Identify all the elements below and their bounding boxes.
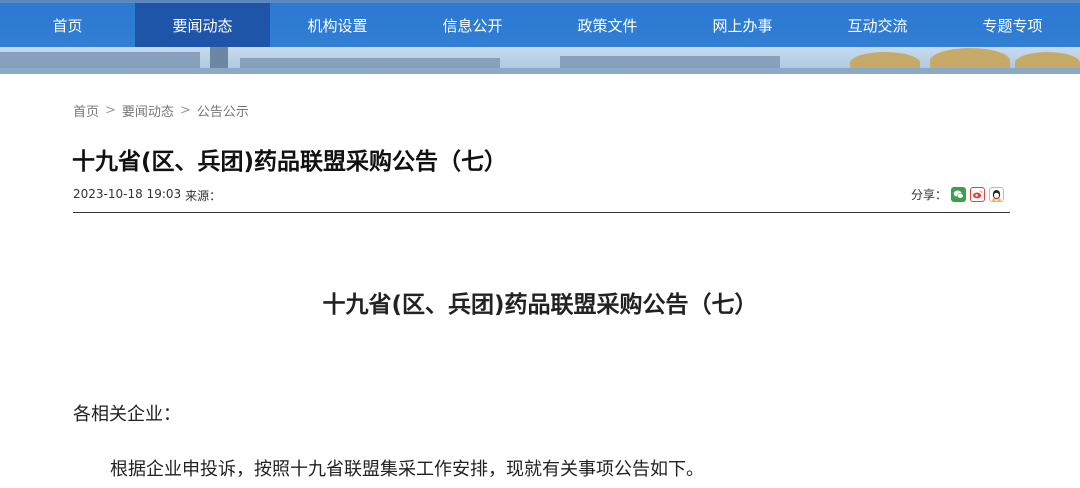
- nav-item-info-disclosure[interactable]: 信息公开: [405, 3, 540, 47]
- weibo-icon[interactable]: [970, 187, 985, 202]
- breadcrumb-separator: >: [179, 103, 191, 118]
- nav-item-organization[interactable]: 机构设置: [270, 3, 405, 47]
- article-paragraph: 根据企业申投诉，按照十九省联盟集采工作安排，现就有关事项公告如下。: [110, 459, 704, 480]
- source-label: 来源：: [185, 189, 222, 203]
- breadcrumb-news[interactable]: 要闻动态: [122, 101, 174, 120]
- nav-item-home[interactable]: 首页: [0, 3, 135, 47]
- breadcrumb-home[interactable]: 首页: [73, 101, 99, 120]
- nav-item-interaction[interactable]: 互动交流: [810, 3, 945, 47]
- breadcrumb-separator: >: [105, 103, 116, 118]
- publish-date: 2023-10-18 19:03: [73, 187, 182, 201]
- banner-water: [0, 68, 1080, 74]
- breadcrumb-announcements[interactable]: 公告公示: [197, 101, 249, 120]
- article-body-title: 十九省(区、兵团)药品联盟采购公告（七）: [322, 292, 758, 318]
- share-label: 分享：: [910, 188, 947, 202]
- qq-icon[interactable]: [989, 187, 1004, 202]
- header-banner: 首页 要闻动态 机构设置 信息公开 政策文件 网上办事 互动交流 专题专项: [0, 0, 1080, 74]
- nav-item-news[interactable]: 要闻动态: [135, 3, 270, 47]
- page-title: 十九省(区、兵团)药品联盟采购公告（七）: [72, 149, 508, 175]
- article-meta: 2023-10-18 19:03 来源：: [73, 187, 221, 204]
- nav-item-online-services[interactable]: 网上办事: [675, 3, 810, 47]
- nav-item-special-topics[interactable]: 专题专项: [945, 3, 1080, 47]
- article-salutation: 各相关企业：: [73, 404, 181, 425]
- breadcrumb: 首页 > 要闻动态 > 公告公示: [73, 101, 249, 120]
- main-nav: 首页 要闻动态 机构设置 信息公开 政策文件 网上办事 互动交流 专题专项: [0, 3, 1080, 47]
- nav-item-policy-docs[interactable]: 政策文件: [540, 3, 675, 47]
- share-bar: 分享：: [911, 186, 1004, 203]
- wechat-icon[interactable]: [951, 187, 966, 202]
- title-divider: [73, 212, 1010, 213]
